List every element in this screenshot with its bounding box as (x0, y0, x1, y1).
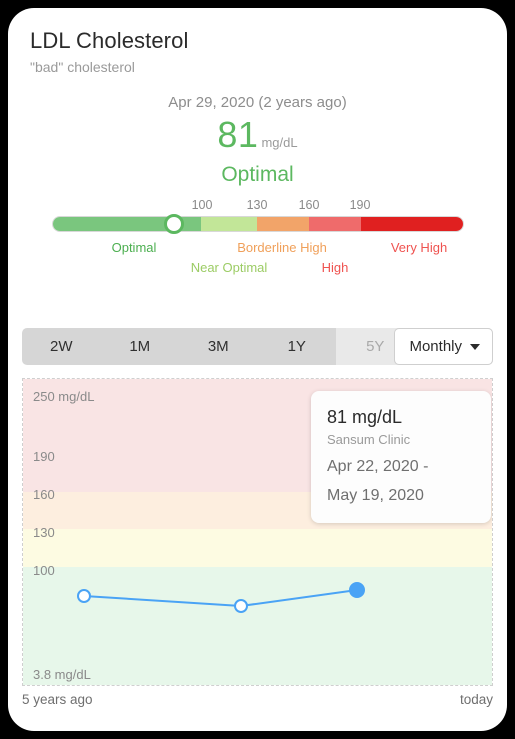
card-header: LDL Cholesterol "bad" cholesterol (30, 28, 188, 76)
gauge-label-optimal: Optimal (111, 240, 157, 255)
gauge-label-borderline-high: Borderline High (237, 240, 327, 255)
gauge-category-labels: Optimal Near Optimal Borderline High High Ve… (8, 198, 507, 275)
gauge-label-high: High (321, 260, 349, 275)
current-reading: Apr 29, 2020 (2 years ago) 81 mg/dL Optim… (8, 94, 507, 187)
ldl-cholesterol-card: LDL Cholesterol "bad" cholesterol Apr 29… (8, 8, 507, 731)
tab-1y[interactable]: 1Y (258, 328, 337, 365)
tooltip-range-line1: Apr 22, 2020 - (327, 458, 429, 475)
page-title: LDL Cholesterol (30, 28, 189, 53)
interval-select-label: Monthly (409, 338, 462, 355)
reading-date: Apr 29, 2020 (2 years ago) (168, 94, 347, 111)
x-axis-start-label: 5 years ago (22, 692, 93, 707)
range-gauge: 100 130 160 190 Optimal Near Optimal Borderli… (8, 198, 507, 288)
gauge-label-near-optimal: Near Optimal (190, 260, 268, 275)
trend-chart[interactable]: 250 mg/dL 190 160 130 100 3.8 mg/dL 81 mg/dL … (22, 378, 493, 686)
x-axis-end-label: today (459, 692, 493, 707)
chart-tooltip: 81 mg/dL Sansum Clinic Apr 22, 2020 - Ma… (311, 391, 491, 523)
gauge-label-very-high: Very High (390, 240, 448, 255)
status-badge: Optimal (221, 163, 294, 186)
tab-1m[interactable]: 1M (101, 328, 180, 365)
reading-value: 81 (217, 114, 259, 155)
tooltip-range-line2: May 19, 2020 (327, 487, 424, 504)
data-point[interactable] (234, 599, 248, 613)
series-line (83, 589, 358, 607)
chevron-down-icon (470, 343, 480, 350)
tab-2w[interactable]: 2W (22, 328, 101, 365)
chart-x-axis: 5 years ago today (22, 692, 493, 712)
card-subtitle: "bad" cholesterol (30, 59, 135, 75)
tab-3m[interactable]: 3M (179, 328, 258, 365)
tooltip-source: Sansum Clinic (327, 432, 411, 447)
reading-value-row: 81 mg/dL (8, 117, 507, 153)
interval-select[interactable]: Monthly (394, 328, 493, 365)
data-point-selected[interactable] (349, 582, 365, 598)
reading-unit: mg/dL (261, 135, 298, 150)
tooltip-value: 81 mg/dL (327, 407, 403, 427)
data-point[interactable] (77, 589, 91, 603)
time-range-controls: 2W 1M 3M 1Y 5Y Monthly (22, 328, 493, 365)
